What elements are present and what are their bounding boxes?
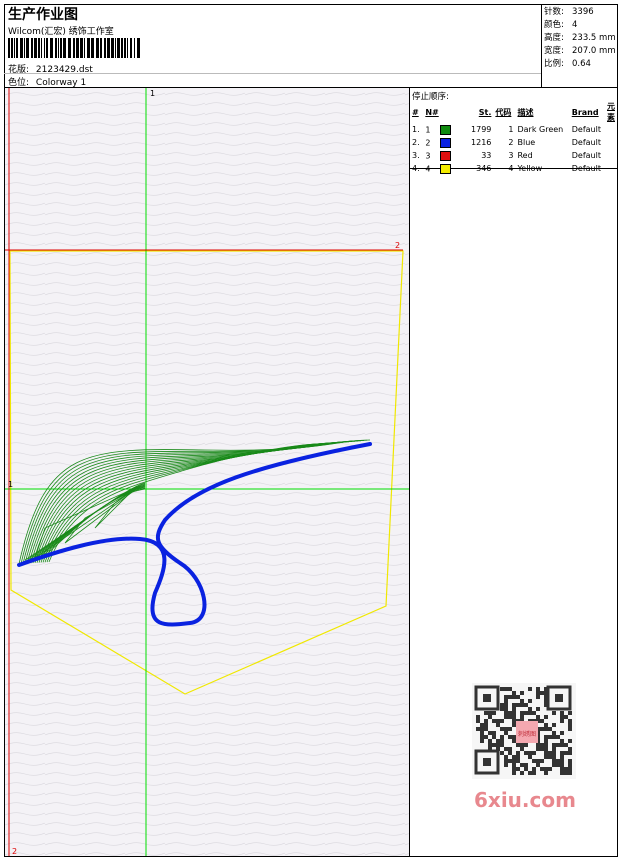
cell-code: 4	[508, 164, 514, 173]
cell-element	[605, 162, 617, 175]
color-swatch	[440, 150, 452, 161]
col-st: St.	[478, 107, 492, 117]
cell-brand: Default	[571, 164, 601, 173]
cell-num: 3.	[412, 151, 420, 160]
cell-element	[605, 136, 617, 149]
panel-divider	[409, 88, 410, 857]
cell-n: 3	[423, 149, 453, 162]
cell-st: 33	[481, 151, 492, 160]
cell-code: 2	[508, 138, 514, 147]
qr-code: 刺绣图	[472, 683, 576, 779]
stop-number: 2	[425, 138, 431, 147]
barcode	[8, 38, 140, 58]
stat-width: 宽度: 207.0 mm	[544, 46, 616, 56]
stat-height: 高度: 233.5 mm	[544, 33, 616, 43]
cell-element	[605, 123, 617, 136]
stat-stitches: 针数: 3396	[544, 7, 594, 17]
company-name: Wilcom(汇宏) 绣饰工作室	[8, 27, 114, 37]
cell-desc: Blue	[517, 138, 536, 147]
stop-sequence-table: # N# St. 代码 描述 Brand 元素 1. 1 1799 1 Dark Gre…	[410, 101, 617, 175]
cell-n: 4	[423, 162, 453, 175]
color-swatch	[440, 163, 452, 174]
cell-n: 1	[423, 123, 453, 136]
qr-seal-text: 刺绣图	[518, 730, 536, 738]
cell-st: 1799	[471, 125, 492, 134]
cell-st: 346	[476, 164, 492, 173]
color-swatch	[440, 137, 452, 148]
cell-code: 1	[508, 125, 514, 134]
cell-code: 3	[508, 151, 514, 160]
col-desc: 描述	[517, 107, 534, 117]
cell-brand: Default	[571, 151, 601, 160]
table-header: # N# St. 代码 描述 Brand 元素	[410, 101, 617, 123]
table-row: 3. 3 33 3 Red Default	[410, 149, 617, 162]
table-row: 4. 4 346 4 Yellow Default	[410, 162, 617, 175]
stop-number: 4	[425, 164, 431, 173]
embroidery-preview: 1 1 2 2	[5, 88, 409, 856]
table-row: 2. 2 1216 2 Blue Default	[410, 136, 617, 149]
page-title: 生产作业图	[8, 7, 78, 23]
header-divider	[541, 4, 542, 88]
stop-number: 3	[425, 151, 431, 160]
stop-number: 1	[425, 125, 431, 134]
cell-num: 1.	[412, 125, 420, 134]
cell-element	[605, 149, 617, 162]
cell-num: 4.	[412, 164, 420, 173]
color-swatch	[440, 124, 452, 135]
col-num: #	[412, 107, 419, 117]
col-brand: Brand	[571, 107, 599, 117]
cell-desc: Yellow	[517, 164, 543, 173]
cell-desc: Red	[517, 151, 533, 160]
cell-brand: Default	[571, 138, 601, 147]
stats-panel: 针数: 3396 颜色: 4 高度: 233.5 mm 宽度: 207.0 mm 比例:…	[544, 6, 616, 71]
col-n: N#	[425, 107, 439, 117]
marker-top: 1	[150, 89, 155, 98]
stop-sequence-panel: 停止顺序: # N# St. 代码 描述 Brand 元素 1. 1 1799 1 Da…	[410, 88, 617, 174]
design-canvas: 1 1 2 2	[5, 88, 409, 856]
stat-colors: 颜色: 4	[544, 20, 578, 30]
col-element: 元素	[607, 102, 615, 122]
col-code: 代码	[495, 107, 512, 117]
meta-rule	[4, 73, 541, 74]
marker-red-right: 2	[395, 241, 400, 250]
cell-num: 2.	[412, 138, 420, 147]
marker-left: 1	[8, 480, 13, 489]
cell-n: 2	[423, 136, 453, 149]
marker-red-bottom: 2	[12, 847, 17, 856]
cell-desc: Dark Green	[517, 125, 564, 134]
stat-scale: 比例: 0.64	[544, 59, 591, 69]
cell-brand: Default	[571, 125, 601, 134]
watermark-site: 6xiu.com	[474, 788, 576, 812]
table-row: 1. 1 1799 1 Dark Green Default	[410, 123, 617, 136]
cell-st: 1216	[471, 138, 492, 147]
